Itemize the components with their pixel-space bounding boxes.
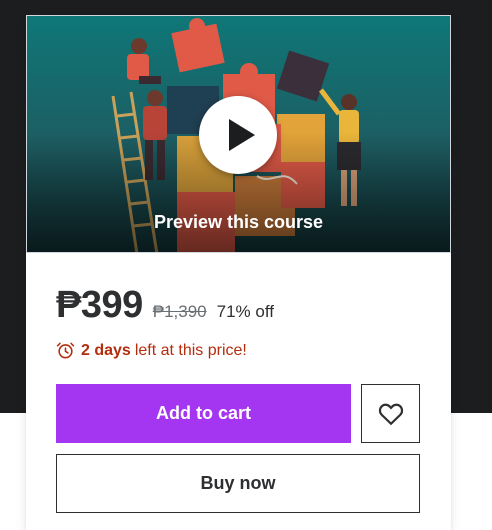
alarm-clock-icon xyxy=(56,342,75,359)
timer-text: left at this price! xyxy=(134,341,247,359)
discount-percent: 71% off xyxy=(216,302,274,321)
original-price: ₱1,390 xyxy=(152,302,207,321)
course-preview[interactable]: Preview this course xyxy=(26,15,451,253)
heart-icon xyxy=(378,403,403,425)
price-row: ₱399 ₱1,390 71% off xyxy=(56,284,274,334)
current-price: ₱399 xyxy=(56,284,143,326)
play-button[interactable] xyxy=(199,96,277,174)
add-to-cart-button[interactable]: Add to cart xyxy=(56,384,351,443)
buy-now-button[interactable]: Buy now xyxy=(56,454,420,513)
play-icon xyxy=(229,119,255,151)
course-purchase-card: Preview this course ₱399 ₱1,390 71% off … xyxy=(26,15,451,530)
days-left: 2 days xyxy=(81,341,131,359)
wishlist-button[interactable] xyxy=(361,384,420,443)
price-timer: 2 days left at this price! xyxy=(56,341,247,360)
preview-label: Preview this course xyxy=(153,212,324,232)
